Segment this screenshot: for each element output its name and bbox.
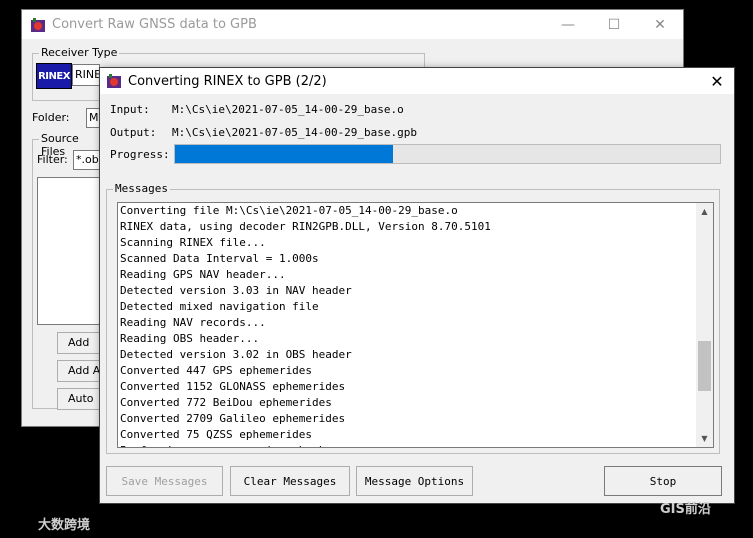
messages-scrollbar[interactable]: ▲ ▼ bbox=[696, 203, 713, 447]
folder-label: Folder: bbox=[32, 111, 70, 124]
converting-dialog: Converting RINEX to GPB (2/2) ✕ Input: M:… bbox=[99, 67, 735, 504]
message-line: Scanning RINEX file... bbox=[120, 236, 266, 249]
main-window-title: Convert Raw GNSS data to GPB bbox=[52, 17, 257, 32]
clear-messages-button[interactable]: Clear Messages bbox=[230, 466, 350, 496]
message-line: RINEX data, using decoder RIN2GPB.DLL, V… bbox=[120, 220, 491, 233]
dialog-close-button[interactable]: ✕ bbox=[700, 68, 734, 94]
message-line: Detected mixed navigation file bbox=[120, 300, 319, 313]
filter-field[interactable]: *.obs bbox=[73, 150, 100, 170]
progress-label: Progress: bbox=[110, 148, 170, 161]
output-path: M:\Cs\ie\2021-07-05_14-00-29_base.gpb bbox=[172, 126, 418, 139]
main-window-titlebar[interactable]: Convert Raw GNSS data to GPB — ☐ ✕ bbox=[22, 10, 683, 39]
message-line: Scanned Data Interval = 1.000s bbox=[120, 252, 319, 265]
progress-fill bbox=[175, 145, 393, 163]
stop-button[interactable]: Stop bbox=[604, 466, 722, 496]
filter-label: Filter: bbox=[37, 153, 68, 166]
message-line: Reading OBS header... bbox=[120, 332, 260, 345]
message-options-button[interactable]: Message Options bbox=[356, 466, 473, 496]
close-button[interactable]: ✕ bbox=[637, 10, 683, 39]
input-row: Input: M:\Cs\ie\2021-07-05_14-00-29_base.… bbox=[110, 103, 404, 116]
source-file-list[interactable] bbox=[37, 177, 100, 325]
receiver-select[interactable]: RINE bbox=[72, 64, 100, 86]
message-line: Reading NAV records... bbox=[120, 316, 266, 329]
scroll-thumb[interactable] bbox=[698, 341, 711, 391]
message-line: Performing pre-processing checks... bbox=[120, 443, 695, 447]
save-messages-button[interactable]: Save Messages bbox=[106, 466, 223, 496]
message-line: Converted 772 BeiDou ephemerides bbox=[120, 396, 332, 409]
maximize-button[interactable]: ☐ bbox=[591, 10, 637, 39]
message-line: Reading GPS NAV header... bbox=[120, 268, 286, 281]
message-line: Converted 1152 GLONASS ephemerides bbox=[120, 380, 346, 393]
input-label: Input: bbox=[110, 103, 150, 116]
folder-field[interactable]: M bbox=[86, 108, 100, 128]
message-line: Converted 75 QZSS ephemerides bbox=[120, 428, 313, 441]
message-line: Converted 447 GPS ephemerides bbox=[120, 364, 313, 377]
message-line: Converting file M:\Cs\ie\2021-07-05_14-0… bbox=[120, 204, 458, 217]
progress-bar bbox=[174, 144, 721, 164]
watermark-left: 大数跨境 bbox=[38, 518, 91, 533]
app-icon bbox=[107, 74, 121, 88]
add-all-button[interactable]: Add Al bbox=[57, 360, 100, 382]
messages-group: Messages Converting file M:\Cs\ie\2021-0… bbox=[106, 182, 720, 454]
output-row: Output: M:\Cs\ie\2021-07-05_14-00-29_base… bbox=[110, 126, 417, 139]
message-line: Detected version 3.02 in OBS header bbox=[120, 348, 352, 361]
minimize-button[interactable]: — bbox=[545, 10, 591, 39]
output-label: Output: bbox=[110, 126, 157, 139]
auto-button[interactable]: Auto bbox=[57, 388, 100, 410]
message-line: Converted 2709 Galileo ephemerides bbox=[120, 412, 346, 425]
dialog-title: Converting RINEX to GPB (2/2) bbox=[128, 73, 327, 89]
receiver-type-label: Receiver Type bbox=[39, 46, 120, 59]
messages-list[interactable]: Converting file M:\Cs\ie\2021-07-05_14-0… bbox=[117, 202, 714, 448]
messages-lines: Converting file M:\Cs\ie\2021-07-05_14-0… bbox=[120, 203, 695, 447]
input-path: M:\Cs\ie\2021-07-05_14-00-29_base.o bbox=[172, 103, 404, 116]
message-line: Detected version 3.03 in NAV header bbox=[120, 284, 352, 297]
watermark-right: GIS前沿 bbox=[660, 502, 711, 517]
messages-label: Messages bbox=[113, 182, 170, 195]
scroll-down-icon[interactable]: ▼ bbox=[696, 430, 713, 447]
dialog-titlebar[interactable]: Converting RINEX to GPB (2/2) ✕ bbox=[100, 68, 734, 94]
scroll-up-icon[interactable]: ▲ bbox=[696, 203, 713, 220]
app-icon bbox=[31, 17, 45, 32]
add-button[interactable]: Add bbox=[57, 332, 100, 354]
rinex-logo-icon: RINEX bbox=[36, 63, 72, 89]
